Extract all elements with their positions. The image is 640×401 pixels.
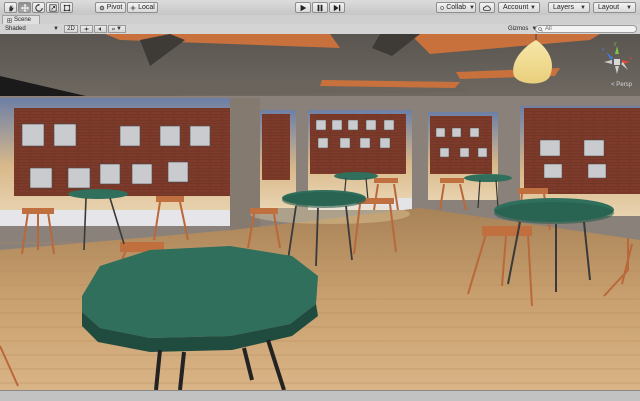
cloud-icon (483, 5, 491, 11)
tab-scene[interactable]: Scene (2, 15, 41, 24)
axis-gizmo-icon: y x z (602, 41, 633, 74)
chevron-down-icon: ▼ (530, 4, 536, 11)
collab-cloud-icon (440, 5, 444, 10)
account-dropdown[interactable]: Account ▼ (498, 2, 540, 13)
scene-render (0, 34, 640, 390)
chevron-down-icon: ▼ (116, 26, 122, 32)
chevron-down-icon: ▼ (469, 4, 475, 11)
step-forward-icon (333, 4, 341, 11)
scene-grid-icon (7, 17, 12, 23)
layout-label: Layout (598, 4, 620, 11)
cloud-services-button[interactable] (479, 2, 495, 13)
chevron-down-icon: ▼ (580, 4, 586, 11)
collab-dropdown[interactable]: Collab ▼ (436, 2, 476, 13)
layers-dropdown[interactable]: Layers ▼ (548, 2, 590, 13)
account-label: Account (503, 4, 529, 11)
orientation-gizmo[interactable]: y x z (600, 40, 634, 82)
gizmos-dropdown[interactable]: Gizmos ▼ (505, 25, 537, 33)
layout-dropdown[interactable]: Layout ▼ (593, 2, 636, 13)
2d-mode-toggle[interactable]: 2D (64, 25, 78, 33)
play-icon (300, 4, 307, 11)
shading-mode-label: Shaded (5, 26, 26, 32)
move-arrows-icon (20, 3, 29, 12)
step-button[interactable] (329, 2, 345, 13)
rotate-icon (34, 3, 43, 12)
svg-text:x: x (630, 56, 633, 62)
chevron-down-icon: ▼ (53, 26, 59, 32)
local-toggle-button[interactable]: Local (127, 2, 158, 13)
image-effects-icon (112, 27, 115, 31)
sun-icon (84, 26, 89, 32)
hand-icon (8, 5, 13, 11)
pivot-label: Pivot (106, 4, 123, 11)
search-icon (538, 26, 543, 32)
svg-text:z: z (602, 47, 605, 53)
layers-label: Layers (553, 4, 575, 11)
tab-scene-label: Scene (14, 17, 32, 23)
rect-tool-button[interactable] (60, 2, 73, 13)
local-label: Local (138, 4, 155, 11)
local-space-icon (130, 5, 136, 10)
play-button[interactable] (295, 2, 311, 13)
shading-mode-dropdown[interactable]: Shaded ▼ (2, 25, 62, 33)
collab-label: Collab (446, 4, 467, 11)
main-toolbar: Pivot Local Collab ▼ Account ▼ Layers ▼ … (0, 0, 640, 16)
lighting-toggle[interactable] (80, 25, 93, 33)
chevron-down-icon: ▼ (626, 4, 632, 11)
svg-text:y: y (614, 41, 617, 47)
scene-viewport[interactable]: y x z < Persp (0, 34, 640, 390)
pivot-toggle-button[interactable]: Pivot (95, 2, 126, 13)
hand-tool-button[interactable] (4, 2, 17, 13)
hierarchy-search-field[interactable]: All (535, 25, 637, 33)
scale-tool-button[interactable] (46, 2, 59, 13)
search-placeholder: All (545, 26, 552, 32)
scale-icon (48, 3, 57, 12)
pause-icon (317, 4, 323, 11)
speaker-icon (98, 27, 101, 31)
2d-mode-label: 2D (67, 26, 75, 32)
gizmos-label: Gizmos (508, 26, 529, 32)
effects-dropdown[interactable]: ▼ (108, 25, 126, 33)
audio-toggle[interactable] (94, 25, 107, 33)
rotate-tool-button[interactable] (32, 2, 45, 13)
projection-toggle[interactable]: < Persp (611, 82, 632, 88)
pivot-icon (99, 5, 104, 10)
pause-button[interactable] (312, 2, 328, 13)
move-tool-button[interactable] (18, 2, 31, 13)
bottom-status-bar (0, 390, 640, 401)
rect-transform-icon (63, 4, 70, 11)
